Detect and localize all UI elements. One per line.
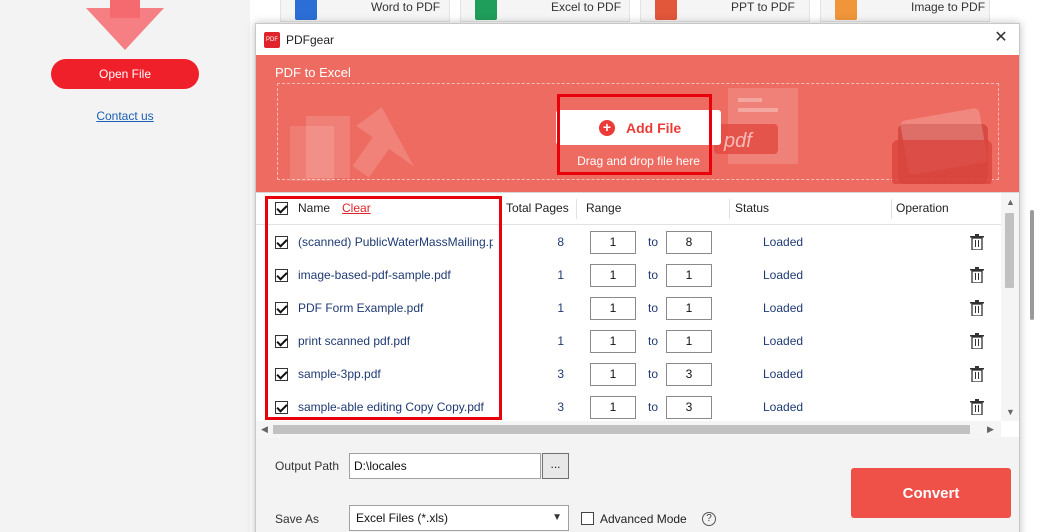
range-to-label: to [647, 268, 658, 282]
range-to-label: to [647, 400, 658, 414]
range-from-input[interactable]: 1 [590, 330, 636, 353]
tool-tab-label: PPT to PDF [731, 0, 795, 14]
operation-header: Operation [896, 201, 949, 215]
download-arrow-icon [86, 0, 164, 50]
table-vertical-scrollbar[interactable]: ▲ ▼ [1001, 193, 1019, 421]
tool-tab-word-to-pdf[interactable]: Word to PDF [280, 0, 450, 22]
contact-us-link[interactable]: Contact us [0, 109, 250, 123]
status-text: Loaded [763, 367, 804, 381]
scroll-down-icon[interactable]: ▼ [1006, 407, 1015, 417]
output-path-input[interactable]: D:\locales [349, 453, 541, 479]
total-pages-header: Total Pages [506, 201, 569, 215]
convert-button[interactable]: Convert [851, 468, 1011, 518]
range-from-input[interactable]: 1 [590, 297, 636, 320]
column-divider [891, 199, 892, 219]
trash-icon[interactable] [970, 333, 984, 349]
image-icon [835, 0, 857, 20]
excel-icon [475, 0, 497, 20]
status-header: Status [735, 201, 770, 215]
column-divider [729, 199, 730, 219]
pdf-decor-text: pdf [723, 130, 754, 152]
pdfgear-logo-icon: PDF [264, 32, 280, 48]
total-pages: 3 [557, 367, 564, 381]
folder-decor-icon [892, 108, 992, 184]
tool-tab-label: Image to PDF [911, 0, 986, 14]
range-to-input[interactable]: 1 [666, 297, 712, 320]
range-to-input[interactable]: 1 [666, 264, 712, 287]
word-icon [295, 0, 317, 20]
trash-icon[interactable] [970, 300, 984, 316]
total-pages: 8 [557, 235, 564, 249]
range-to-input[interactable]: 3 [666, 396, 712, 419]
background-scrollbar[interactable] [1030, 210, 1034, 320]
save-as-label: Save As [275, 512, 320, 526]
status-text: Loaded [763, 235, 804, 249]
tool-tab-label: Word to PDF [371, 0, 441, 14]
ppt-icon [655, 0, 677, 20]
help-icon[interactable]: ? [702, 512, 716, 526]
range-header: Range [586, 201, 622, 215]
app-title: PDFgear [286, 33, 335, 47]
horizontal-scroll-thumb[interactable] [273, 425, 970, 434]
scroll-right-icon[interactable]: ▶ [987, 424, 994, 435]
range-from-input[interactable]: 1 [590, 231, 636, 254]
table-horizontal-scrollbar[interactable]: ◀ ▶ [256, 421, 1001, 438]
save-as-value: Excel Files (*.xls) [356, 511, 449, 525]
dialog-titlebar: PDF PDFgear ✕ [256, 24, 1019, 55]
range-to-label: to [647, 367, 658, 381]
save-as-select[interactable]: Excel Files (*.xls) ▼ [349, 505, 569, 531]
range-to-input[interactable]: 8 [666, 231, 712, 254]
trash-icon[interactable] [970, 399, 984, 415]
advanced-mode-label: Advanced Mode [600, 512, 687, 526]
range-to-label: to [647, 235, 658, 249]
highlight-add-file [557, 94, 712, 175]
open-file-button[interactable]: Open File [51, 59, 199, 89]
total-pages: 1 [557, 301, 564, 315]
range-to-label: to [647, 334, 658, 348]
trash-icon[interactable] [970, 366, 984, 382]
browse-button[interactable]: ... [542, 453, 569, 479]
documents-decor-icon [290, 107, 414, 181]
chevron-down-icon: ▼ [552, 512, 562, 523]
total-pages: 1 [557, 334, 564, 348]
trash-icon[interactable] [970, 267, 984, 283]
range-to-input[interactable]: 3 [666, 363, 712, 386]
output-path-label: Output Path [275, 459, 340, 473]
range-to-label: to [647, 301, 658, 315]
pdf-file-decor-icon: pdf [714, 88, 798, 164]
status-text: Loaded [763, 268, 804, 282]
status-text: Loaded [763, 400, 804, 414]
tool-tab-ppt-to-pdf[interactable]: PPT to PDF [640, 0, 810, 22]
scroll-up-icon[interactable]: ▲ [1006, 197, 1015, 207]
column-divider [576, 199, 577, 219]
range-to-input[interactable]: 1 [666, 330, 712, 353]
status-text: Loaded [763, 334, 804, 348]
advanced-mode-checkbox[interactable] [581, 512, 594, 525]
close-icon[interactable]: ✕ [993, 30, 1009, 46]
scroll-left-icon[interactable]: ◀ [261, 424, 268, 435]
tool-tab-label: Excel to PDF [551, 0, 622, 14]
background-sidebar: Open File Contact us [0, 0, 250, 532]
total-pages: 3 [557, 400, 564, 414]
vertical-scroll-thumb[interactable] [1005, 213, 1014, 288]
range-from-input[interactable]: 1 [590, 264, 636, 287]
highlight-file-names [265, 196, 502, 420]
section-title: PDF to Excel [275, 65, 351, 80]
trash-icon[interactable] [970, 234, 984, 250]
tool-tab-excel-to-pdf[interactable]: Excel to PDF [460, 0, 630, 22]
tool-tab-image-to-pdf[interactable]: Image to PDF [820, 0, 990, 22]
range-from-input[interactable]: 1 [590, 396, 636, 419]
range-from-input[interactable]: 1 [590, 363, 636, 386]
total-pages: 1 [557, 268, 564, 282]
status-text: Loaded [763, 301, 804, 315]
